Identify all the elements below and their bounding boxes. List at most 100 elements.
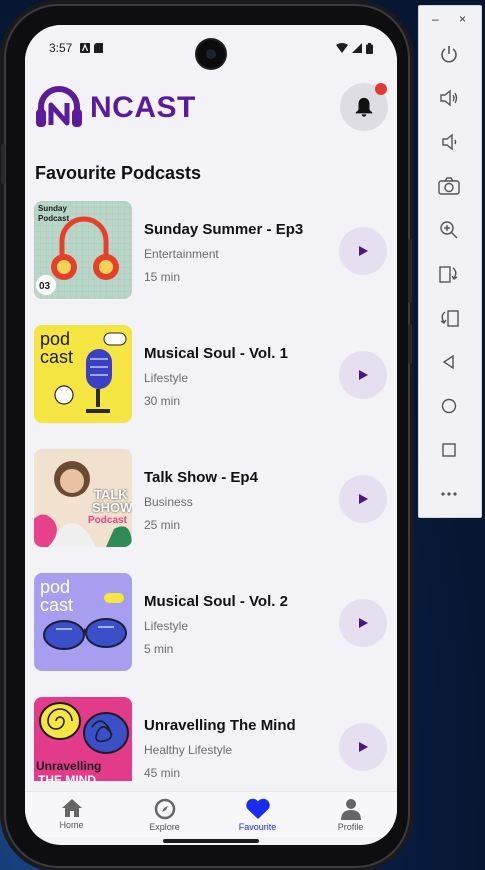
nav-label: Profile <box>337 822 364 832</box>
ncast-logo-icon <box>36 86 82 127</box>
nav-profile[interactable]: Profile <box>304 792 397 837</box>
phone-side-button <box>1 144 5 184</box>
play-button[interactable] <box>339 475 387 523</box>
battery-icon <box>366 42 373 54</box>
emulator-toolbar: – × <box>418 5 482 518</box>
zoom-in-icon <box>440 221 458 239</box>
podcast-duration: 30 min <box>144 394 181 408</box>
podcast-list[interactable]: Sunday Podcast 03 Sunday Summer - Ep3 En… <box>25 201 397 781</box>
podcast-duration: 25 min <box>144 518 181 532</box>
cover-text: cast <box>40 347 74 367</box>
app-screen: 3:57 NCAST Favourite Podcasts Sunday Pod… <box>25 25 397 845</box>
podcast-item[interactable]: TALK SHOW Podcast Talk Show - Ep4 Busine… <box>25 449 397 549</box>
play-button[interactable] <box>339 723 387 771</box>
podcast-cover: Unravelling THE MIND <box>34 697 132 781</box>
podcast-duration: 15 min <box>144 270 181 284</box>
app-header: NCAST <box>25 77 397 137</box>
phone-volume-button <box>408 239 412 303</box>
bell-icon <box>355 97 373 117</box>
cover-text: 03 <box>39 281 51 292</box>
home-circle-icon <box>441 398 457 414</box>
volume-down-icon <box>442 133 457 151</box>
rotate-right-icon <box>440 310 459 327</box>
home-indicator[interactable] <box>163 839 259 843</box>
play-button[interactable] <box>339 227 387 275</box>
rotate-right-button[interactable] <box>437 306 461 330</box>
podcast-cover: TALK SHOW Podcast <box>34 449 132 547</box>
sd-card-icon <box>94 43 104 53</box>
nav-home[interactable]: Home <box>25 792 118 837</box>
podcast-category: Lifestyle <box>144 619 189 633</box>
cover-text: Podcast <box>38 214 70 223</box>
heart-icon <box>245 798 270 819</box>
podcast-item[interactable]: Sunday Podcast 03 Sunday Summer - Ep3 En… <box>25 201 397 301</box>
nav-explore[interactable]: Explore <box>118 792 211 837</box>
rotate-left-button[interactable] <box>437 262 461 286</box>
cover-text: Unravelling <box>36 759 102 773</box>
front-camera <box>197 40 225 68</box>
podcast-category: Entertainment <box>144 247 219 261</box>
zoom-button[interactable] <box>437 218 461 242</box>
podcast-title[interactable]: Talk Show - Ep4 <box>144 469 258 486</box>
wifi-icon <box>336 43 348 53</box>
more-button[interactable] <box>437 482 461 506</box>
notification-badge <box>375 83 387 95</box>
play-icon <box>359 494 368 504</box>
phone-power-button <box>408 324 412 364</box>
back-button[interactable] <box>437 350 461 374</box>
podcast-title[interactable]: Unravelling The Mind <box>144 717 296 734</box>
volume-up-button[interactable] <box>437 86 461 110</box>
app-title: NCAST <box>90 91 196 124</box>
minimize-button[interactable]: – <box>432 12 439 26</box>
notification-a-icon <box>80 43 91 53</box>
volume-down-button[interactable] <box>437 130 461 154</box>
cover-text: Sunday <box>38 204 67 213</box>
compass-icon <box>154 798 175 820</box>
bottom-navigation: Home Explore Favourite Profile <box>25 791 397 837</box>
nav-favourite[interactable]: Favourite <box>211 792 304 837</box>
podcast-cover: pod cast <box>34 325 132 423</box>
play-icon <box>359 246 368 256</box>
podcast-title[interactable]: Musical Soul - Vol. 1 <box>144 345 288 362</box>
podcast-category: Lifestyle <box>144 371 189 385</box>
home-button[interactable] <box>437 394 461 418</box>
podcast-title[interactable]: Musical Soul - Vol. 2 <box>144 593 288 610</box>
more-icon <box>441 492 457 496</box>
play-button[interactable] <box>339 599 387 647</box>
podcast-item[interactable]: pod cast Musical Soul - Vol. 2 Lifestyle… <box>25 573 397 673</box>
home-icon <box>61 799 82 817</box>
podcast-duration: 5 min <box>144 642 174 656</box>
nav-label: Home <box>59 820 84 830</box>
screenshot-button[interactable] <box>437 174 461 198</box>
overview-icon <box>442 443 456 457</box>
podcast-item[interactable]: pod cast Musical Soul - Vol. 1 Lifestyle… <box>25 325 397 425</box>
power-icon <box>441 46 457 63</box>
cover-text: SHOW <box>92 500 132 515</box>
podcast-duration: 45 min <box>144 766 181 780</box>
phone-frame: 3:57 NCAST Favourite Podcasts Sunday Pod… <box>1 4 412 868</box>
overview-button[interactable] <box>437 438 461 462</box>
podcast-title[interactable]: Sunday Summer - Ep3 <box>144 221 303 238</box>
play-button[interactable] <box>339 351 387 399</box>
nav-label: Explore <box>149 822 180 832</box>
podcast-category: Business <box>144 495 193 509</box>
cover-text: Podcast <box>88 515 127 526</box>
podcast-item[interactable]: Unravelling THE MIND Unravelling The Min… <box>25 697 397 781</box>
person-icon <box>340 799 361 820</box>
volume-up-icon <box>440 89 458 107</box>
close-button[interactable]: × <box>459 12 466 26</box>
signal-icon <box>352 43 362 53</box>
cover-text: THE MIND <box>38 773 96 781</box>
podcast-cover: Sunday Podcast 03 <box>34 201 132 299</box>
section-title: Favourite Podcasts <box>35 163 202 183</box>
podcast-category: Healthy Lifestyle <box>144 743 233 757</box>
status-time: 3:57 <box>49 41 73 55</box>
camera-icon <box>438 177 460 195</box>
cover-text: cast <box>40 595 74 615</box>
play-icon <box>359 370 368 380</box>
notifications-button[interactable] <box>340 83 388 131</box>
power-button[interactable] <box>437 42 461 66</box>
rotate-left-icon <box>439 266 458 283</box>
back-icon <box>442 354 454 370</box>
podcast-cover: pod cast <box>34 573 132 671</box>
